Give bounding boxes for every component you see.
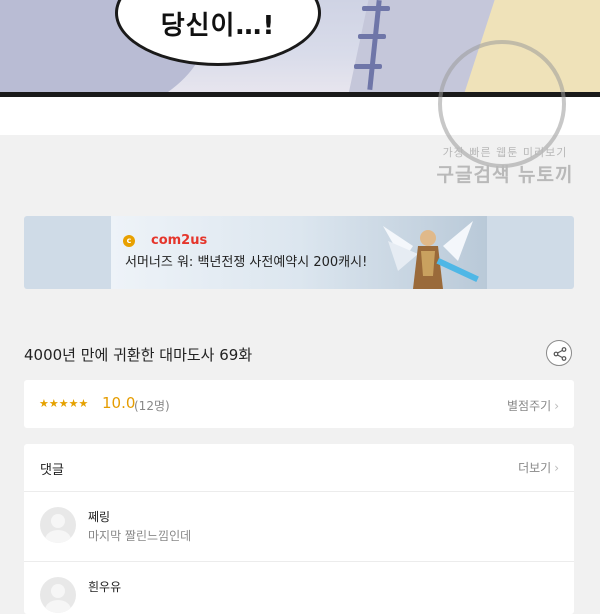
divider xyxy=(24,491,574,492)
ad-banner-image[interactable]: c com2us 서머너즈 워: 백년전쟁 사전예약시 200캐시! xyxy=(111,216,487,289)
brand-logo-icon: c xyxy=(123,235,135,247)
ad-text: 서머너즈 워: 백년전쟁 사전예약시 200캐시! xyxy=(125,255,368,270)
rating-count: (12명) xyxy=(134,399,170,413)
rating-score: 10.0 xyxy=(102,394,136,412)
comments-header: 댓글 xyxy=(40,463,64,478)
ad-brand: com2us xyxy=(151,233,208,248)
comments-card: 댓글 더보기 › 쩨링 마지막 짤린느낌인데 흰우유 xyxy=(24,444,574,614)
avatar xyxy=(40,577,76,613)
watermark-line1: 가장 빠른 웹툰 미리보기 xyxy=(442,146,568,159)
rate-button[interactable]: 별점주기 › xyxy=(507,397,559,414)
comic-stitch xyxy=(354,64,382,69)
share-button[interactable] xyxy=(546,340,572,366)
chevron-right-icon: › xyxy=(554,461,559,475)
watermark-line2: 구글검색 뉴토끼 xyxy=(436,164,574,186)
ad-banner[interactable]: c com2us 서머너즈 워: 백년전쟁 사전예약시 200캐시! xyxy=(24,216,574,289)
episode-title: 4000년 만에 귀환한 대마도사 69화 xyxy=(24,346,253,364)
chevron-right-icon: › xyxy=(554,399,559,413)
angel-character-icon xyxy=(383,221,479,289)
rating-stars-icon: ★★★★★ xyxy=(39,397,89,410)
rating-card: ★★★★★ 10.0 (12명) 별점주기 › xyxy=(24,380,574,428)
share-icon xyxy=(553,347,567,361)
comment-author: 흰우유 xyxy=(88,580,122,594)
avatar xyxy=(40,507,76,543)
rate-button-label: 별점주기 xyxy=(507,399,552,413)
comments-more-label: 더보기 xyxy=(518,461,552,475)
comment-author: 쩨링 xyxy=(88,510,111,524)
comment-text: 마지막 짤린느낌인데 xyxy=(88,529,192,543)
speech-bubble-text: 당신이…! xyxy=(160,11,276,41)
divider xyxy=(24,561,574,562)
watermark: 가장 빠른 웹툰 미리보기 구글검색 뉴토끼 xyxy=(420,40,590,190)
comic-stitch xyxy=(358,34,386,39)
comic-stitch xyxy=(362,6,390,11)
comments-more-button[interactable]: 더보기 › xyxy=(518,459,559,476)
